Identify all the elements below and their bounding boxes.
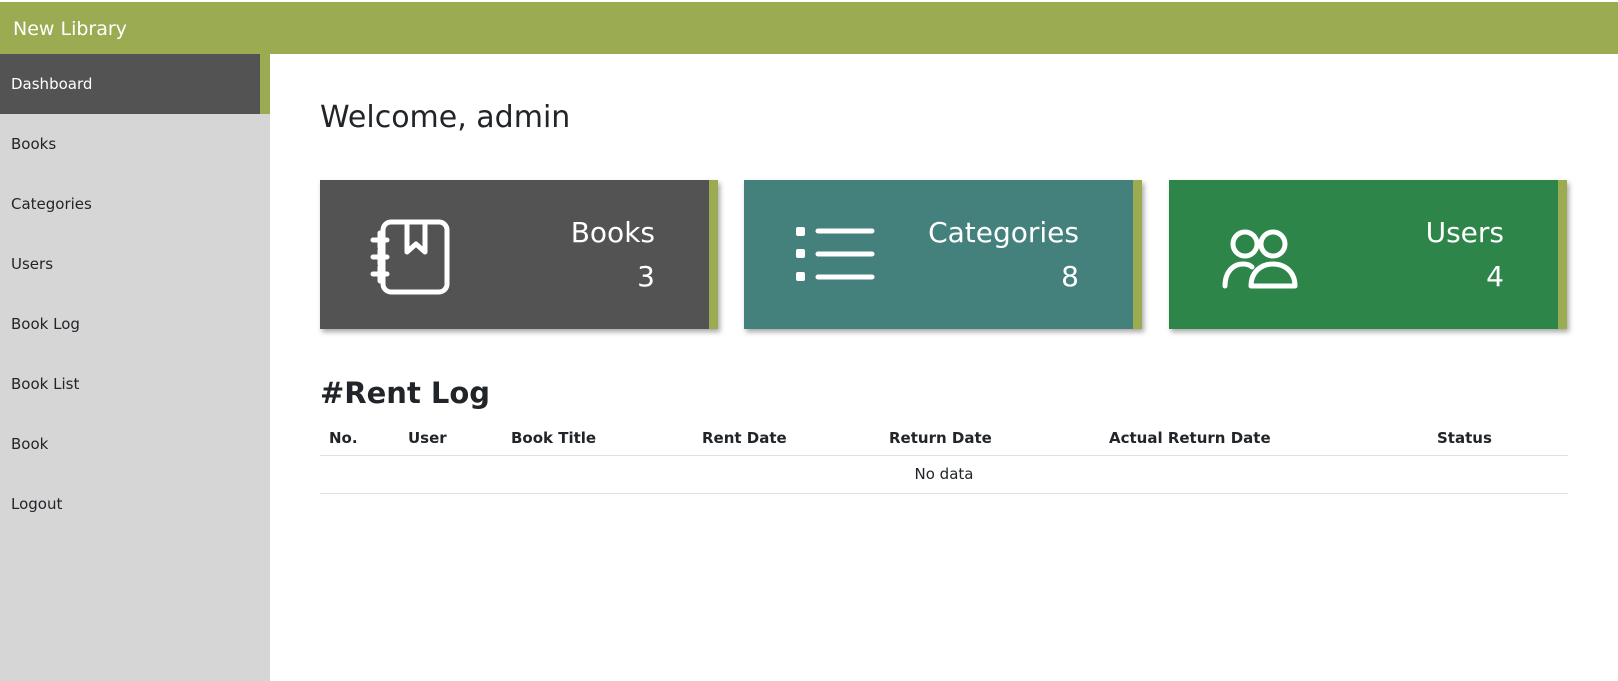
sidebar: Dashboard Books Categories Users Book Lo… bbox=[0, 54, 270, 681]
users-card-title: Users bbox=[1425, 216, 1504, 249]
books-card-title: Books bbox=[570, 216, 655, 249]
sidebar-item-books[interactable]: Books bbox=[0, 114, 270, 174]
books-card: Books 3 bbox=[320, 180, 718, 329]
column-header-status: Status bbox=[1437, 421, 1568, 456]
sidebar-item-book-log[interactable]: Book Log bbox=[0, 294, 270, 354]
list-icon bbox=[796, 227, 875, 281]
table-header-row: No. User Book Title Rent Date Return Dat… bbox=[320, 421, 1568, 456]
users-icon bbox=[1222, 229, 1298, 289]
categories-card: Categories 8 bbox=[744, 180, 1142, 329]
sidebar-item-logout[interactable]: Logout bbox=[0, 474, 270, 534]
card-accent bbox=[709, 180, 718, 329]
app-title[interactable]: New Library bbox=[13, 2, 127, 56]
top-bar: New Library bbox=[0, 2, 1618, 54]
books-card-count: 3 bbox=[637, 260, 655, 293]
welcome-heading: Welcome, admin bbox=[320, 100, 571, 135]
sidebar-item-book-list[interactable]: Book List bbox=[0, 354, 270, 414]
categories-card-count: 8 bbox=[1061, 260, 1079, 293]
sidebar-item-categories[interactable]: Categories bbox=[0, 174, 270, 234]
card-accent bbox=[1133, 180, 1142, 329]
column-header-book-title: Book Title bbox=[511, 421, 702, 456]
sidebar-item-book[interactable]: Book bbox=[0, 414, 270, 474]
column-header-return-date: Return Date bbox=[889, 421, 1109, 456]
column-header-rent-date: Rent Date bbox=[702, 421, 889, 456]
card-accent bbox=[1558, 180, 1567, 329]
users-card: Users 4 bbox=[1169, 180, 1567, 329]
rent-log-title: #Rent Log bbox=[320, 376, 491, 410]
empty-table-message: No data bbox=[320, 455, 1568, 494]
sidebar-item-dashboard[interactable]: Dashboard bbox=[0, 54, 260, 114]
active-indicator bbox=[260, 54, 270, 114]
rent-log-table: No. User Book Title Rent Date Return Dat… bbox=[320, 421, 1568, 494]
column-header-user: User bbox=[408, 421, 511, 456]
users-card-count: 4 bbox=[1486, 260, 1504, 293]
column-header-no: No. bbox=[320, 421, 408, 456]
sidebar-item-users[interactable]: Users bbox=[0, 234, 270, 294]
book-icon bbox=[370, 219, 450, 295]
column-header-actual-return-date: Actual Return Date bbox=[1109, 421, 1437, 456]
table-row: No data bbox=[320, 455, 1568, 494]
categories-card-title: Categories bbox=[928, 216, 1079, 249]
